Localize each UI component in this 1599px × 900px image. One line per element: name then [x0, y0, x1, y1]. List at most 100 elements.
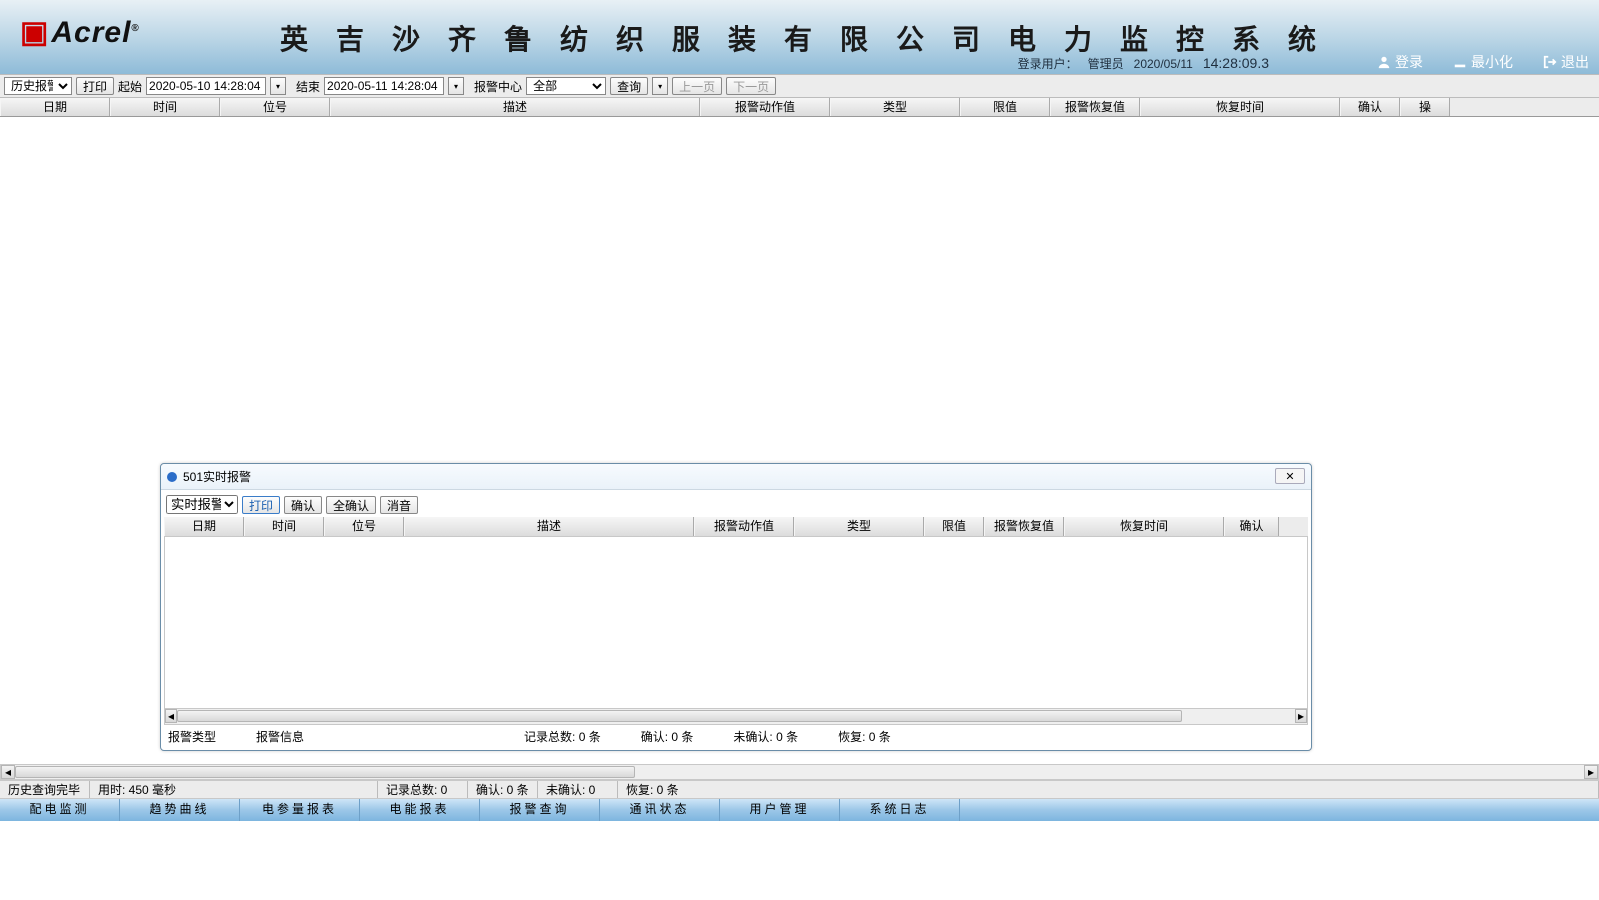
logo-reg-icon: ® [131, 23, 139, 34]
chevron-down-icon: ▾ [658, 82, 662, 91]
user-label: 登录用户： [1018, 55, 1078, 72]
scroll-left-icon[interactable]: ◂ [165, 709, 177, 723]
exit-icon [1543, 55, 1557, 69]
dlg-col-3[interactable]: 描述 [404, 517, 694, 536]
col-7[interactable]: 报警恢复值 [1050, 98, 1140, 116]
dlg-print-button[interactable]: 打印 [242, 496, 280, 514]
chevron-down-icon: ▾ [454, 82, 458, 91]
status-total: 记录总数: 0 条 [378, 781, 468, 798]
nav-电参量报表[interactable]: 电参量报表 [240, 799, 360, 821]
nav-通讯状态[interactable]: 通讯状态 [600, 799, 720, 821]
dlg-mute-button[interactable]: 消音 [380, 496, 418, 514]
dlg-status-type: 报警类型 [168, 728, 216, 745]
main-statusbar: 历史查询完毕 用时: 450 毫秒 记录总数: 0 条 确认: 0 条 未确认:… [0, 780, 1599, 799]
scroll-left-icon[interactable]: ◂ [1, 765, 15, 779]
dialog-title: 501实时报警 [183, 468, 251, 485]
next-page-button[interactable]: 下一页 [726, 77, 776, 95]
status-recover: 恢复: 0 条 [618, 781, 1599, 798]
query-button[interactable]: 查询 [610, 77, 648, 95]
exit-label: 退出 [1561, 52, 1589, 72]
nav-系统日志[interactable]: 系统日志 [840, 799, 960, 821]
end-label: 结束 [296, 78, 320, 95]
dlg-col-7[interactable]: 报警恢复值 [984, 517, 1064, 536]
dlg-ackall-button[interactable]: 全确认 [326, 496, 376, 514]
dlg-col-6[interactable]: 限值 [924, 517, 984, 536]
close-icon: ✕ [1285, 470, 1294, 483]
mode-select[interactable]: 历史报警 [4, 77, 72, 95]
main-toolbar: 历史报警 打印 起始 ▾ 结束 ▾ 报警中心 全部 查询 ▾ 上一页 下一页 [0, 74, 1599, 98]
dlg-ack-button[interactable]: 确认 [284, 496, 322, 514]
prev-page-button[interactable]: 上一页 [672, 77, 722, 95]
minimize-icon [1453, 55, 1467, 69]
col-3[interactable]: 描述 [330, 98, 700, 116]
nav-用户管理[interactable]: 用户管理 [720, 799, 840, 821]
dlg-col-5[interactable]: 类型 [794, 517, 924, 536]
dlg-col-8[interactable]: 恢复时间 [1064, 517, 1224, 536]
start-dt-picker[interactable]: ▾ [270, 77, 286, 95]
nav-趋势曲线[interactable]: 趋势曲线 [120, 799, 240, 821]
dlg-mode-select[interactable]: 实时报警 [166, 495, 238, 514]
exit-link[interactable]: 退出 [1543, 52, 1589, 72]
bottom-nav: 配电监测趋势曲线电参量报表电能报表报警查询通讯状态用户管理系统日志 [0, 799, 1599, 821]
dialog-icon [167, 472, 177, 482]
scroll-thumb[interactable] [177, 710, 1182, 722]
col-9[interactable]: 确认 [1340, 98, 1400, 116]
logo-icon: ▣ [20, 15, 49, 50]
status-elapsed: 用时: 450 毫秒 [90, 781, 378, 798]
dlg-status-total: 记录总数: 0 条 [524, 728, 601, 745]
col-2[interactable]: 位号 [220, 98, 330, 116]
dialog-statusbar: 报警类型 报警信息 记录总数: 0 条 确认: 0 条 未确认: 0 条 恢复:… [164, 725, 1308, 747]
header-links: 登录 最小化 退出 [1377, 52, 1589, 72]
page-title: 英吉沙齐鲁纺织服装有限公司电力监控系统 [280, 18, 1344, 58]
nav-报警查询[interactable]: 报警查询 [480, 799, 600, 821]
user-icon [1377, 55, 1391, 69]
login-label: 登录 [1395, 52, 1423, 72]
dlg-col-0[interactable]: 日期 [164, 517, 244, 536]
start-label: 起始 [118, 78, 142, 95]
chevron-down-icon: ▾ [276, 82, 280, 91]
main-h-scrollbar[interactable]: ◂ ▸ [0, 764, 1599, 780]
dialog-table-header: 日期时间位号描述报警动作值类型限值报警恢复值恢复时间确认 [164, 517, 1308, 536]
col-0[interactable]: 日期 [0, 98, 110, 116]
app-header: ▣Acrel® 英吉沙齐鲁纺织服装有限公司电力监控系统 登录用户： 管理员 20… [0, 0, 1599, 74]
dialog-titlebar[interactable]: 501实时报警 ✕ [161, 464, 1311, 490]
col-1[interactable]: 时间 [110, 98, 220, 116]
user-info: 登录用户： 管理员 2020/05/11 14:28:09.3 [1018, 55, 1269, 72]
dlg-status-info: 报警信息 [256, 728, 304, 745]
col-4[interactable]: 报警动作值 [700, 98, 830, 116]
dlg-col-2[interactable]: 位号 [324, 517, 404, 536]
header-time: 14:28:09.3 [1203, 55, 1269, 71]
col-5[interactable]: 类型 [830, 98, 960, 116]
logo: ▣Acrel® [20, 15, 140, 50]
minimize-link[interactable]: 最小化 [1453, 52, 1513, 72]
print-button[interactable]: 打印 [76, 77, 114, 95]
scroll-right-icon[interactable]: ▸ [1295, 709, 1307, 723]
col-8[interactable]: 恢复时间 [1140, 98, 1340, 116]
nav-电能报表[interactable]: 电能报表 [360, 799, 480, 821]
dlg-col-4[interactable]: 报警动作值 [694, 517, 794, 536]
dialog-close-button[interactable]: ✕ [1275, 468, 1305, 484]
dialog-table-body[interactable] [164, 536, 1308, 709]
scroll-thumb[interactable] [15, 766, 635, 778]
dlg-col-1[interactable]: 时间 [244, 517, 324, 536]
dialog-toolbar: 实时报警 打印 确认 全确认 消音 [164, 493, 1308, 516]
login-link[interactable]: 登录 [1377, 52, 1423, 72]
dlg-status-unack: 未确认: 0 条 [733, 728, 798, 745]
status-unack: 未确认: 0 条 [538, 781, 618, 798]
dlg-status-ack: 确认: 0 条 [641, 728, 694, 745]
dialog-h-scrollbar[interactable]: ◂ ▸ [164, 709, 1308, 725]
nav-配电监测[interactable]: 配电监测 [0, 799, 120, 821]
scroll-right-icon[interactable]: ▸ [1584, 765, 1598, 779]
query-dropdown[interactable]: ▾ [652, 77, 668, 95]
main-table-header: 日期时间位号描述报警动作值类型限值报警恢复值恢复时间确认操 [0, 98, 1599, 117]
realtime-alarm-dialog: 501实时报警 ✕ 实时报警 打印 确认 全确认 消音 日期时间位号描述报警动作… [160, 463, 1312, 751]
logo-text: Acrel [51, 16, 131, 49]
dlg-col-9[interactable]: 确认 [1224, 517, 1279, 536]
center-select[interactable]: 全部 [526, 77, 606, 95]
start-datetime[interactable] [146, 77, 266, 95]
col-6[interactable]: 限值 [960, 98, 1050, 116]
col-10[interactable]: 操 [1400, 98, 1450, 116]
end-dt-picker[interactable]: ▾ [448, 77, 464, 95]
dlg-status-recover: 恢复: 0 条 [838, 728, 891, 745]
end-datetime[interactable] [324, 77, 444, 95]
